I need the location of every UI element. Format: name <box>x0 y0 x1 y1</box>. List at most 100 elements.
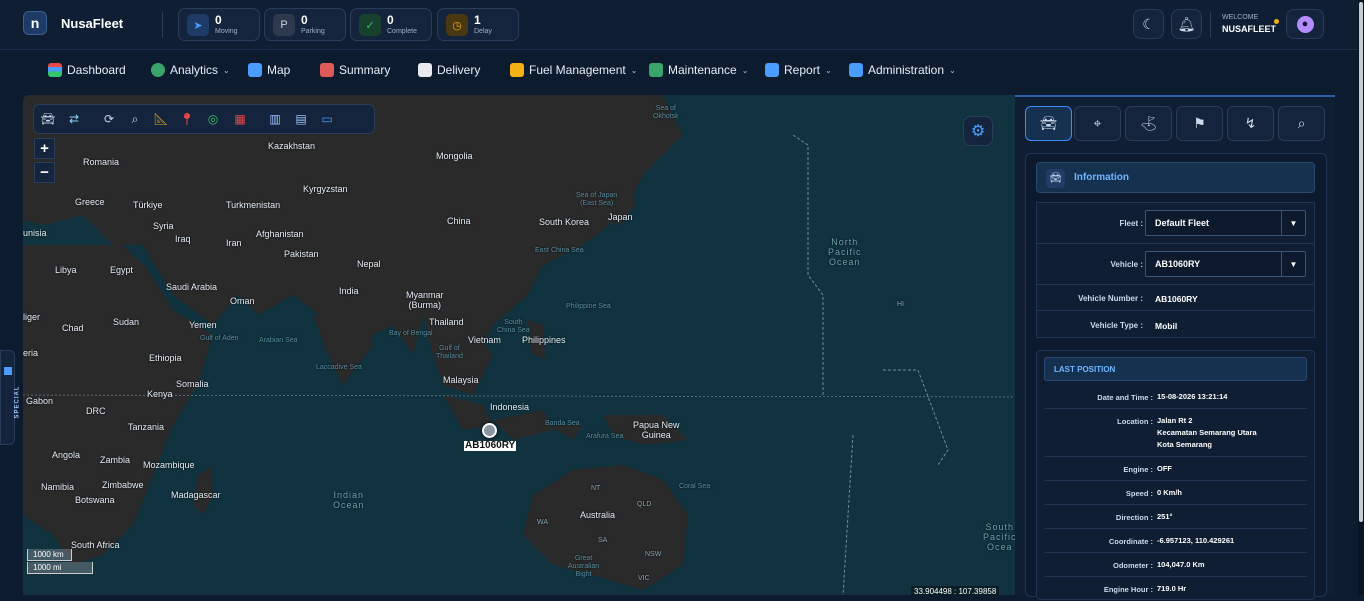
last-position-row: Location : Jalan Rt 2 Kecamatan Semarang… <box>1044 409 1307 457</box>
layout-split-icon[interactable]: ▥ <box>267 111 283 127</box>
nav-administration[interactable]: Administration ⌄ <box>849 63 956 77</box>
special-side-tab[interactable]: SPECIAL <box>0 350 21 445</box>
dropdown-arrow-icon: ▼ <box>1281 211 1305 235</box>
fleet-select[interactable]: Default Fleet ▼ <box>1145 210 1306 236</box>
main-nav: Dashboard Analytics ⌄ Map Summary Deliver… <box>0 50 1364 92</box>
chevron-down-icon: ⌄ <box>223 65 230 75</box>
stat-count: 1 <box>474 13 481 27</box>
map-label: Zimbabwe <box>102 480 144 490</box>
route-tab[interactable]: ⛳︎ <box>1125 106 1172 141</box>
last-position-title: LAST POSITION <box>1054 365 1116 374</box>
navigation-icon: ➤ <box>187 14 209 36</box>
map-label: Iran <box>226 238 242 248</box>
map-label: Romania <box>83 157 120 167</box>
admin-icon <box>849 63 863 77</box>
nav-dashboard[interactable]: Dashboard <box>48 63 126 77</box>
nav-analytics[interactable]: Analytics ⌄ <box>151 63 230 77</box>
nav-maintenance[interactable]: Maintenance ⌄ <box>649 63 748 77</box>
map-label: eria <box>23 348 39 358</box>
ocean-label: North Pacific Ocean <box>828 237 862 267</box>
map-label: Papua New Guinea <box>633 420 680 440</box>
refresh-vehicles-icon[interactable]: ⇄ <box>66 111 82 127</box>
stat-complete[interactable]: ✓ 0 Complete <box>350 8 432 41</box>
flag-tab[interactable]: ⚑ <box>1176 106 1223 141</box>
car-icon: 🚘︎ <box>1039 115 1058 131</box>
lp-label: Engine Hour : <box>1103 585 1153 594</box>
nav-label: Fuel Management <box>529 63 626 77</box>
location-tab[interactable]: ⌖ <box>1074 106 1121 141</box>
map-label: India <box>339 286 359 296</box>
sea-label: Gulf of Thailand <box>436 345 463 360</box>
report-icon <box>765 63 779 77</box>
vehicle-tab[interactable]: 🚘︎ <box>1025 106 1072 141</box>
monitor-icon[interactable]: ▭ <box>319 111 335 127</box>
nav-map[interactable]: Map <box>248 63 290 77</box>
clock-icon: ◷ <box>446 14 468 36</box>
car-cluster-icon[interactable]: 🚘︎ <box>40 111 56 127</box>
vehicle-number-value: AB1060RY <box>1155 294 1198 304</box>
divider <box>162 12 163 38</box>
zoom-out-button[interactable]: − <box>34 162 55 183</box>
sea-label: Gulf of Aden <box>200 335 239 342</box>
trip-tab[interactable]: ↯ <box>1227 106 1274 141</box>
nav-report[interactable]: Report ⌄ <box>765 63 832 77</box>
nav-summary[interactable]: Summary <box>320 63 390 77</box>
dropdown-arrow-icon: ▼ <box>1281 252 1305 276</box>
map-view[interactable]: 🚘︎ ⇄ ⟳ ⌕ 📐︎ 📍︎ ◎ ▦ ▥ ▤ ▭ + − ⚙ Kazakhsta… <box>23 95 1015 595</box>
pin-icon[interactable]: 📍︎ <box>179 111 195 127</box>
geofence-icon[interactable]: ◎ <box>205 111 221 127</box>
region-label: NSW <box>645 551 662 558</box>
nav-fuel-management[interactable]: Fuel Management ⌄ <box>510 63 637 77</box>
lp-value: 15-08-2026 13:21:14 <box>1157 392 1228 401</box>
stat-count: 0 <box>301 13 308 27</box>
nav-delivery[interactable]: Delivery <box>418 63 480 77</box>
dark-mode-button[interactable]: ☾ <box>1133 9 1164 39</box>
lp-value: Jalan Rt 2 Kecamatan Semarang Utara Kota… <box>1157 416 1257 449</box>
calendar-icon[interactable]: ▦ <box>232 111 248 127</box>
app-name: NusaFleet <box>61 16 124 31</box>
vehicle-marker[interactable] <box>482 423 497 438</box>
notifications-button[interactable]: 🔔︎ <box>1171 9 1202 39</box>
map-settings-button[interactable]: ⚙ <box>963 116 993 146</box>
sea-label: Arafura Sea <box>586 433 624 440</box>
ocean-label: South Pacific Ocea <box>983 522 1015 552</box>
stat-delay[interactable]: ◷ 1 Delay <box>437 8 519 41</box>
map-label: unisia <box>23 228 47 238</box>
search-vehicle-icon[interactable]: ⌕ <box>127 111 143 127</box>
map-label: Chad <box>62 323 84 333</box>
pin-icon: ⌖ <box>1093 115 1102 131</box>
track-icon[interactable]: ⟳ <box>101 111 117 127</box>
map-label: Somalia <box>176 379 209 389</box>
app-logo-icon[interactable]: n <box>23 11 47 35</box>
region-label: SA <box>598 537 608 544</box>
region-label: QLD <box>637 501 652 508</box>
layout-rows-icon[interactable]: ▤ <box>293 111 309 127</box>
zoom-in-button[interactable]: + <box>34 138 55 159</box>
vehicle-number-label: Vehicle Number : <box>1078 294 1143 303</box>
last-position-row: Direction : 251° <box>1044 505 1307 529</box>
last-position-row: Date and Time : 15-08-2026 13:21:14 <box>1044 385 1307 409</box>
user-avatar-button[interactable]: ● <box>1286 9 1324 39</box>
nav-label: Dashboard <box>67 63 126 77</box>
scale-mi: 1000 mi <box>27 562 93 574</box>
vehicle-select[interactable]: AB1060RY ▼ <box>1145 251 1306 277</box>
page-scrollbar[interactable] <box>1358 0 1364 595</box>
last-position-row: Engine : OFF <box>1044 457 1307 481</box>
stat-moving[interactable]: ➤ 0 Moving <box>178 8 260 41</box>
map-label: China <box>447 216 471 226</box>
stat-label: Delay <box>474 28 492 35</box>
search-tab[interactable]: ⌕ <box>1278 106 1325 141</box>
ruler-icon[interactable]: 📐︎ <box>153 111 169 127</box>
scrollbar-thumb[interactable] <box>1359 2 1363 522</box>
stat-count: 0 <box>387 13 394 27</box>
lp-value: 251° <box>1157 512 1173 521</box>
dashboard-icon <box>48 63 62 77</box>
info-header: 🚘︎ Information <box>1036 162 1315 193</box>
car-icon: 🚘︎ <box>1046 169 1065 188</box>
sea-label: Arabian Sea <box>259 337 298 344</box>
sea-label: Great Australian Bight <box>568 555 600 578</box>
vehicle-type-value: Mobil <box>1155 321 1178 331</box>
map-label: Pakistan <box>284 249 319 259</box>
stat-parking[interactable]: P 0 Parking <box>264 8 346 41</box>
last-position-header: LAST POSITION <box>1044 357 1307 381</box>
